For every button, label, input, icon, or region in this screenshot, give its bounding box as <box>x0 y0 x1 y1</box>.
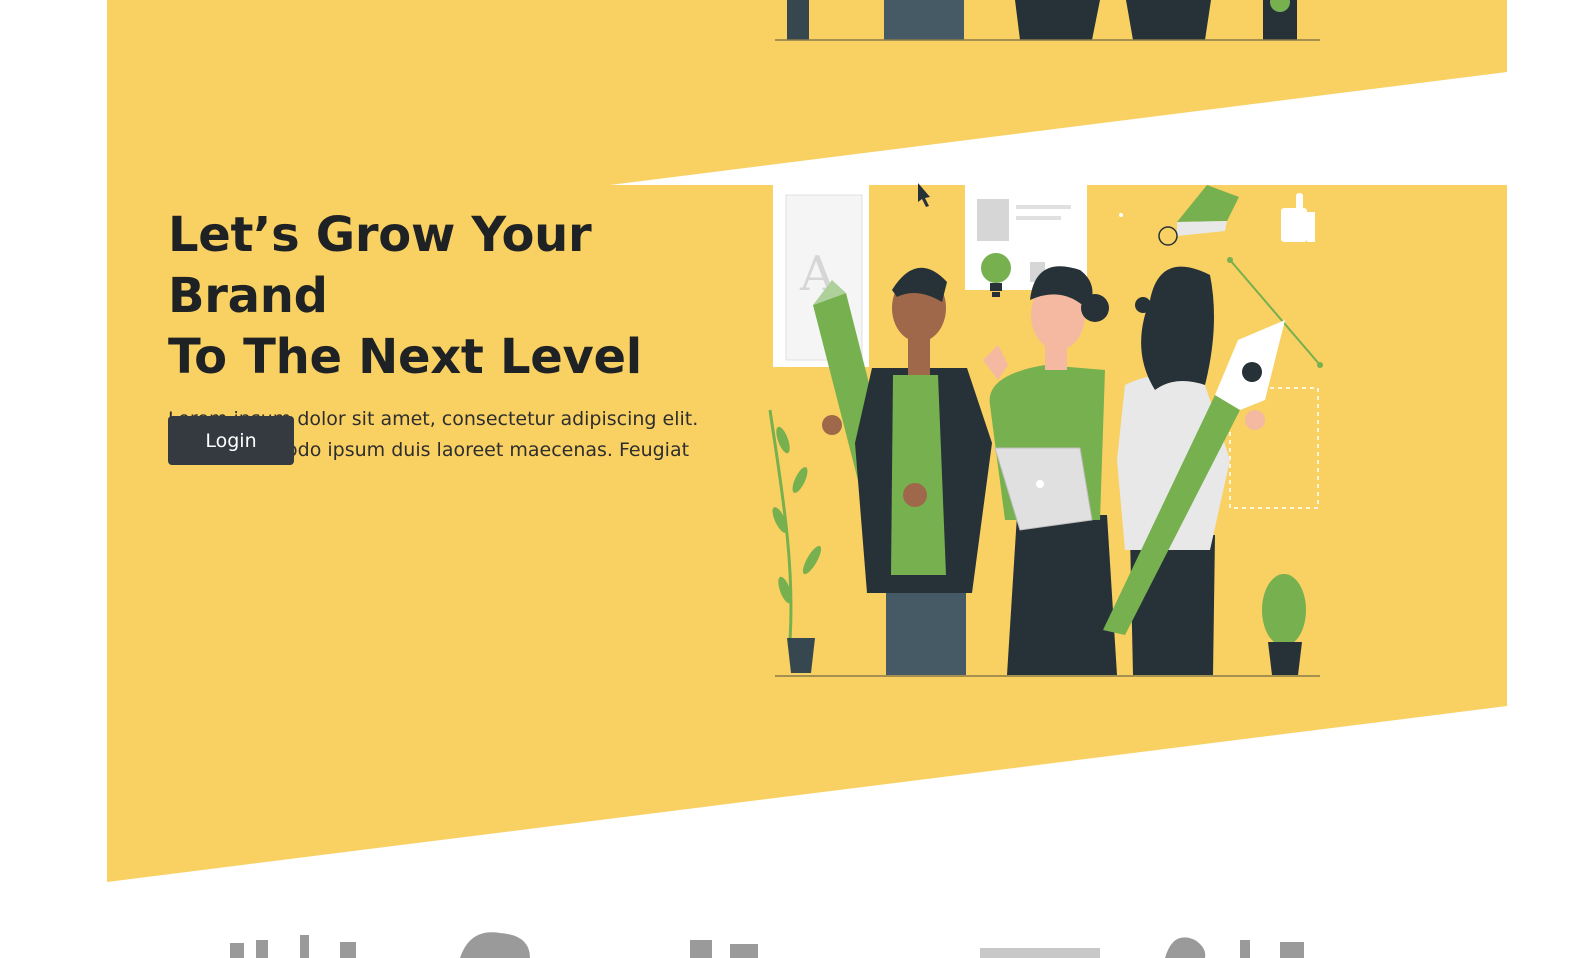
woman-laptop-figure <box>983 266 1117 675</box>
partner-logos-strip <box>230 932 1304 958</box>
color-swatch-icon <box>1158 185 1239 246</box>
cactus-icon <box>1262 574 1306 675</box>
pen-tool-icon <box>1215 320 1285 410</box>
cursor-icon <box>918 183 930 207</box>
woman-pen-figure <box>1103 266 1285 675</box>
plant-icon <box>768 409 822 673</box>
hero-illustration: A <box>768 183 1323 677</box>
thumbs-up-icon <box>1281 193 1315 242</box>
lightbulb-icon <box>981 253 1011 297</box>
